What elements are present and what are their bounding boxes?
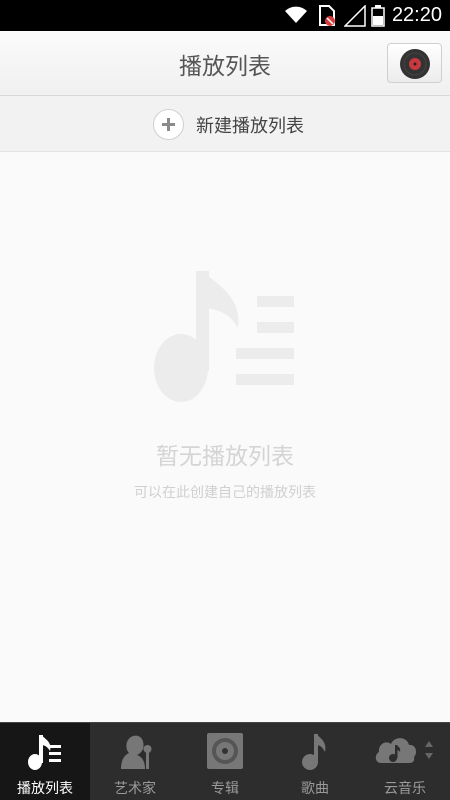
now-playing-button[interactable] [387,43,442,83]
tab-label: 专辑 [211,781,239,797]
music-note-icon [302,734,326,770]
tab-artist[interactable]: 艺术家 [90,723,180,800]
app-header: 播放列表 [0,31,450,96]
sim-blocked-icon [319,5,335,26]
new-playlist-label: 新建播放列表 [196,116,304,137]
tab-cloud-music[interactable]: 云音乐 [360,723,450,800]
tab-playlist[interactable]: 播放列表 [0,723,90,800]
bottom-tab-bar: 播放列表 艺术家 专辑 歌曲 云音乐 [0,722,450,800]
tab-label: 艺术家 [114,781,156,797]
playlist-icon [28,735,61,770]
tab-album[interactable]: 专辑 [180,723,270,800]
tab-label: 播放列表 [17,781,73,797]
artist-icon [121,735,152,769]
empty-title: 暂无播放列表 [156,444,294,470]
tab-label: 歌曲 [301,781,329,797]
album-icon [207,733,243,769]
new-playlist-button[interactable]: 新建播放列表 [0,96,450,152]
signal-icon [344,5,366,27]
status-time: 22:20 [391,4,442,26]
battery-icon [371,5,385,27]
tab-songs[interactable]: 歌曲 [270,723,360,800]
status-bar: 22:20 [0,0,450,31]
wifi-icon [285,6,307,23]
tab-label: 云音乐 [384,781,426,797]
cloud-music-icon [375,738,433,763]
page-title: 播放列表 [179,54,271,80]
music-playlist-icon [154,271,294,402]
empty-subtitle: 可以在此创建自己的播放列表 [134,485,316,501]
vinyl-record-icon [400,49,430,79]
plus-icon [153,109,184,140]
